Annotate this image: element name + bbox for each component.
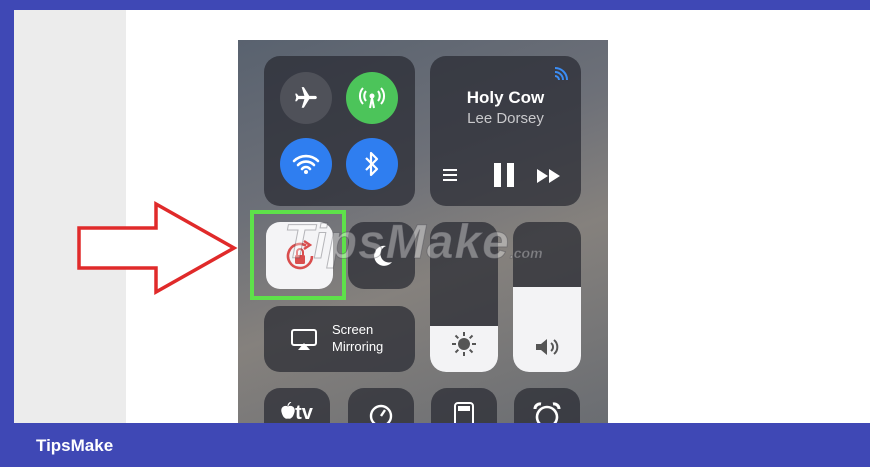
watermark-text: TipsMake — [284, 216, 510, 270]
arrow-icon — [77, 201, 238, 295]
wifi-toggle[interactable] — [280, 138, 332, 190]
bluetooth-icon — [365, 151, 379, 177]
frame-left-border — [0, 0, 14, 467]
airplane-icon — [295, 87, 317, 108]
screen-mirroring-line1: Screen — [332, 322, 374, 337]
watermark-suffix: .com — [509, 245, 543, 262]
timer-icon — [369, 404, 393, 423]
bluetooth-toggle[interactable] — [346, 138, 398, 190]
footer-bar: TipsMake — [14, 423, 870, 467]
song-title: Holy Cow — [466, 88, 545, 107]
list-icon[interactable] — [442, 168, 458, 182]
speaker-icon — [536, 339, 559, 355]
apple-tv-label: tv — [295, 402, 313, 423]
wifi-icon — [292, 154, 320, 174]
airplay-icon[interactable] — [553, 64, 571, 80]
airplane-mode-toggle[interactable] — [280, 72, 332, 124]
song-artist: Lee Dorsey — [467, 110, 544, 127]
cellular-icon — [359, 87, 385, 109]
timer-button[interactable] — [348, 388, 414, 423]
connectivity-panel — [264, 56, 415, 206]
calculator-button[interactable] — [431, 388, 497, 423]
apple-tv-remote-button[interactable]: tv — [264, 388, 330, 423]
screen-mirroring-label: Screen Mirroring — [332, 321, 402, 355]
screen-mirroring-line2: Mirroring — [332, 339, 384, 354]
cellular-toggle[interactable] — [346, 72, 398, 124]
sun-icon — [452, 332, 476, 356]
brand-label: TipsMake — [36, 436, 114, 455]
alarm-button[interactable] — [514, 388, 580, 423]
watermark: TipsMake.com — [284, 215, 544, 270]
article-image: Holy Cow Lee Dorsey Screen Mirroring tv … — [14, 10, 870, 423]
calculator-icon — [454, 402, 474, 423]
frame-top-border — [0, 0, 870, 10]
apple-tv-icon — [281, 402, 295, 419]
screen-mirroring-icon — [291, 329, 317, 350]
screen-mirroring-button[interactable]: Screen Mirroring — [264, 306, 415, 372]
pause-icon[interactable] — [492, 162, 516, 188]
alarm-icon — [533, 402, 561, 423]
next-icon[interactable] — [536, 168, 562, 184]
volume-level — [513, 286, 581, 372]
now-playing-panel: Holy Cow Lee Dorsey — [430, 56, 581, 206]
